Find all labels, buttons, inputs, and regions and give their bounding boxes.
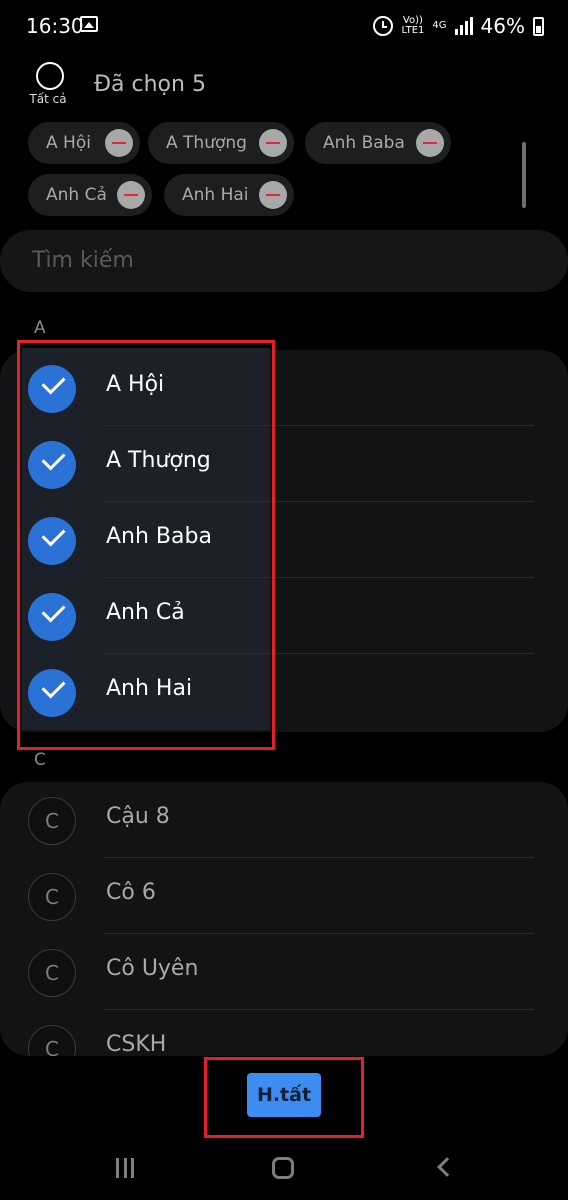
checked-icon[interactable]: [28, 517, 76, 565]
selected-chip[interactable]: Anh Hai: [164, 174, 294, 216]
contact-row[interactable]: C Cô 6: [0, 858, 568, 934]
select-all-toggle[interactable]: Tất cả: [26, 62, 74, 106]
avatar[interactable]: C: [28, 949, 76, 997]
select-all-checkbox[interactable]: [36, 62, 64, 90]
contact-name: Cô Uyên: [106, 956, 199, 981]
search-input[interactable]: Tìm kiếm: [0, 230, 568, 292]
remove-icon[interactable]: [117, 181, 145, 209]
chip-label: A Hội: [46, 133, 91, 153]
selected-chip[interactable]: Anh Cả: [28, 174, 152, 216]
checked-icon[interactable]: [28, 441, 76, 489]
signal-icon: [454, 17, 473, 35]
avatar[interactable]: C: [28, 873, 76, 921]
remove-icon[interactable]: [259, 129, 287, 157]
avatar[interactable]: C: [28, 797, 76, 845]
section-header-c: C: [34, 750, 46, 770]
contact-row[interactable]: Anh Hai: [0, 654, 568, 730]
contact-row[interactable]: A Hội: [0, 350, 568, 426]
chip-label: Anh Hai: [182, 185, 249, 205]
remove-icon[interactable]: [259, 181, 287, 209]
lte-label: LTE1: [401, 25, 425, 36]
contact-row[interactable]: Anh Baba: [0, 502, 568, 578]
network-type: 4G: [432, 20, 447, 31]
back-icon[interactable]: [437, 1157, 457, 1177]
done-button[interactable]: H.tất: [247, 1073, 321, 1117]
search-placeholder: Tìm kiếm: [32, 248, 134, 273]
alarm-icon: [373, 16, 394, 36]
contact-name: Anh Hai: [106, 676, 193, 701]
chip-label: A Thượng: [166, 133, 247, 153]
contact-row[interactable]: C Cậu 8: [0, 782, 568, 858]
chip-label: Anh Cả: [46, 185, 107, 205]
navigation-bar: [0, 1136, 568, 1200]
remove-icon[interactable]: [105, 129, 133, 157]
contact-name: A Thượng: [106, 448, 211, 473]
battery-icon: [533, 16, 544, 36]
contact-name: A Hội: [106, 372, 165, 397]
contact-row[interactable]: C Cô Uyên: [0, 934, 568, 1010]
contact-name: Cậu 8: [106, 804, 170, 829]
recent-apps-icon[interactable]: [116, 1158, 134, 1178]
status-bar: 16:30 Vo)) LTE1 4G 46%: [0, 0, 568, 56]
status-time: 16:30: [26, 14, 84, 38]
contact-name: Cô 6: [106, 880, 156, 905]
contact-row[interactable]: Anh Cả: [0, 578, 568, 654]
gallery-icon: [80, 16, 98, 32]
checked-icon[interactable]: [28, 669, 76, 717]
home-icon[interactable]: [272, 1157, 294, 1179]
contact-row[interactable]: C CSKH: [0, 1010, 568, 1056]
chip-label: Anh Baba: [323, 133, 405, 153]
contact-group-c: C Cậu 8 C Cô 6 C Cô Uyên C CSKH: [0, 782, 568, 1056]
contact-row[interactable]: A Thượng: [0, 426, 568, 502]
contact-name: CSKH: [106, 1032, 167, 1056]
selected-chip[interactable]: A Thượng: [148, 122, 294, 164]
volte-indicator: Vo)) LTE1: [401, 16, 424, 36]
battery-percent: 46%: [480, 14, 525, 38]
section-header-a: A: [34, 318, 46, 338]
checked-icon[interactable]: [28, 593, 76, 641]
remove-icon[interactable]: [416, 129, 444, 157]
contact-name: Anh Cả: [106, 600, 185, 625]
selected-chip[interactable]: Anh Baba: [305, 122, 451, 164]
selected-chip[interactable]: A Hội: [28, 122, 140, 164]
status-icons: Vo)) LTE1 4G 46%: [373, 14, 544, 38]
contact-name: Anh Baba: [106, 524, 212, 549]
chips-scrollbar[interactable]: [522, 142, 526, 208]
selected-count-title: Đã chọn 5: [94, 72, 206, 97]
checked-icon[interactable]: [28, 365, 76, 413]
select-all-label: Tất cả: [29, 92, 67, 106]
avatar[interactable]: C: [28, 1025, 76, 1056]
